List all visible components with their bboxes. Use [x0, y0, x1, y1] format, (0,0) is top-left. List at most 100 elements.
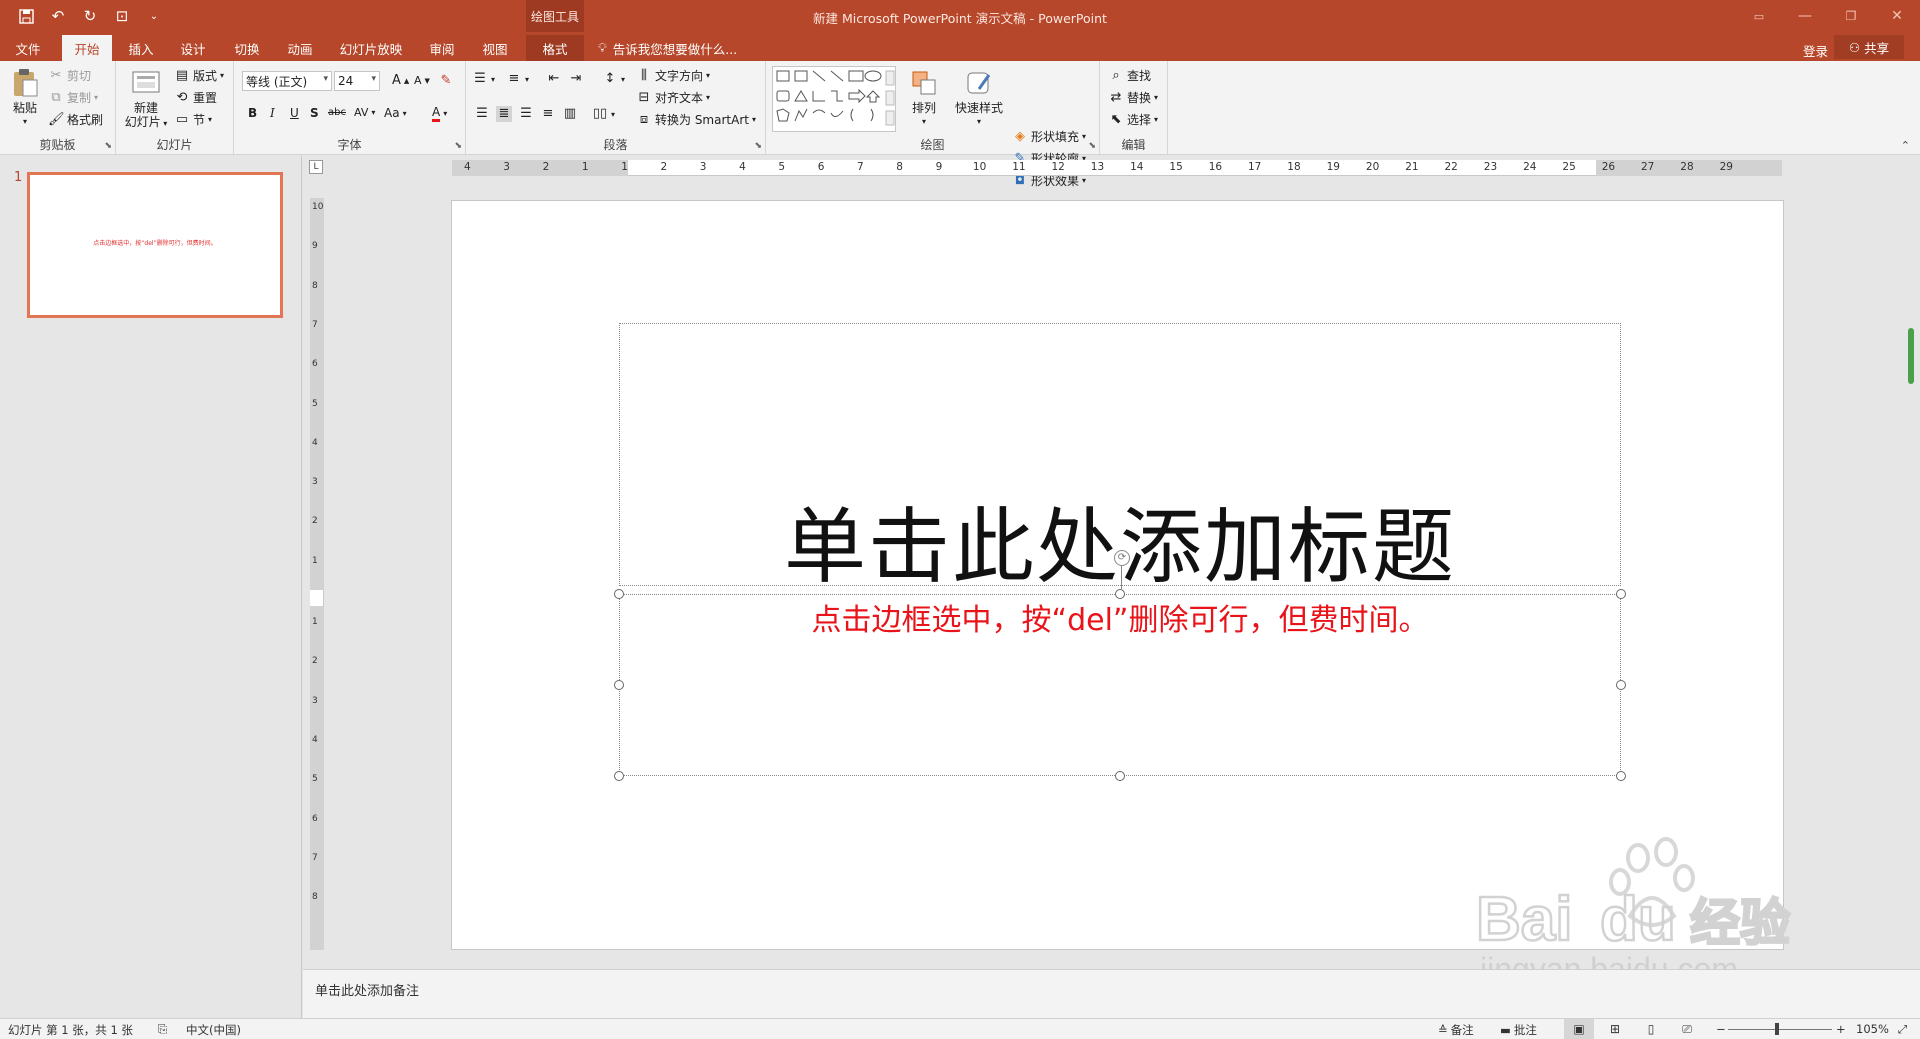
resize-handle-w[interactable] — [614, 680, 624, 690]
tab-animations[interactable]: 动画 — [279, 35, 321, 61]
drawing-launcher-icon[interactable]: ⬊ — [1088, 141, 1096, 151]
shadow-button[interactable]: S — [310, 106, 319, 120]
select-button[interactable]: ⬉ 选择 ▾ — [1108, 111, 1158, 128]
resize-handle-ne[interactable] — [1616, 589, 1626, 599]
subtitle-placeholder[interactable]: 点击边框选中，按“del”删除可行，但费时间。 — [619, 594, 1621, 776]
vertical-ruler[interactable]: 10 9 8 7 6 5 4 3 2 1 1 2 3 4 5 6 7 8 — [310, 198, 324, 950]
zoom-level[interactable]: 105% — [1856, 1022, 1889, 1036]
tab-slideshow[interactable]: 幻灯片放映 — [334, 35, 408, 61]
align-left-button[interactable]: ☰ — [474, 106, 490, 122]
align-right-button[interactable]: ☰ — [518, 106, 534, 122]
zoom-in-icon[interactable]: + — [1836, 1022, 1846, 1036]
notes-placeholder[interactable]: 单击此处添加备注 — [315, 980, 419, 999]
signin-link[interactable]: 登录 — [1803, 41, 1828, 60]
tab-review[interactable]: 审阅 — [420, 35, 464, 61]
section-button[interactable]: ▭ 节 ▾ — [174, 111, 212, 128]
tab-transitions[interactable]: 切换 — [226, 35, 268, 61]
customize-qat-icon[interactable]: ⌄ — [142, 4, 166, 28]
title-placeholder[interactable]: 单击此处添加标题 — [619, 323, 1621, 595]
resize-handle-e[interactable] — [1616, 680, 1626, 690]
find-button[interactable]: ⌕ 查找 — [1108, 67, 1151, 84]
paste-button[interactable]: 粘贴 ▾ — [8, 67, 42, 129]
new-slide-button[interactable]: 新建 幻灯片 ▾ — [122, 67, 170, 131]
vertical-scrollbar-thumb[interactable] — [1908, 328, 1914, 384]
tab-view[interactable]: 视图 — [474, 35, 516, 61]
slide-subtitle[interactable]: 点击边框选中，按“del”删除可行，但费时间。 — [620, 595, 1620, 639]
fit-to-window-icon[interactable]: ⤢ — [1898, 1022, 1907, 1037]
tell-me-box[interactable]: 💡︎ 告诉我您想要做什么... — [598, 35, 737, 61]
notes-toggle[interactable]: ≙ 备注 — [1438, 1022, 1474, 1038]
tab-file[interactable]: 文件 — [8, 35, 48, 61]
layout-button[interactable]: ▤ 版式 ▾ — [174, 67, 224, 84]
spellcheck-icon[interactable]: ⎘ — [158, 1022, 167, 1037]
columns-button[interactable]: ▯▯ ▾ — [592, 106, 615, 122]
rotate-handle-icon[interactable]: ⟳ — [1114, 550, 1130, 566]
cut-button[interactable]: ✂ 剪切 — [48, 67, 91, 84]
restore-icon[interactable]: ❐ — [1828, 0, 1874, 32]
font-size-combo[interactable]: 24 ▾ — [334, 71, 380, 91]
align-text-button[interactable]: ⊟ 对齐文本 ▾ — [636, 89, 710, 106]
slide-title[interactable]: 单击此处添加标题 — [620, 480, 1620, 599]
shrink-font-button[interactable]: A ▼ — [414, 74, 430, 87]
font-color-button[interactable]: A ▾ — [432, 105, 447, 122]
slideshow-view-icon[interactable]: ⎚ — [1672, 1019, 1702, 1039]
line-spacing-button[interactable]: ↕ ▾ — [602, 71, 625, 87]
text-direction-button[interactable]: ⫼ 文字方向 ▾ — [636, 67, 710, 84]
copy-button[interactable]: ⧉ 复制 ▾ — [48, 89, 98, 106]
ribbon-display-icon[interactable]: ▭ — [1736, 0, 1782, 32]
undo-icon[interactable]: ↶ — [46, 4, 70, 28]
tab-format[interactable]: 格式 — [526, 35, 584, 61]
distributed-button[interactable]: ▥ — [562, 106, 578, 122]
zoom-out-icon[interactable]: − — [1716, 1022, 1726, 1036]
underline-button[interactable]: U — [290, 106, 299, 120]
close-icon[interactable]: ✕ — [1874, 0, 1920, 32]
slide-sorter-icon[interactable]: ⊞ — [1600, 1019, 1630, 1039]
resize-handle-sw[interactable] — [614, 771, 624, 781]
tab-stop-selector[interactable]: L — [309, 160, 323, 174]
change-case-button[interactable]: Aa ▾ — [384, 106, 407, 120]
arrange-button[interactable]: 排列 ▾ — [904, 67, 944, 129]
quick-styles-button[interactable]: 快速样式 ▾ — [952, 67, 1006, 129]
slide-thumbnail[interactable]: 点击边框选中，按“del”删除可行，但费时间。 — [27, 172, 283, 318]
italic-button[interactable]: I — [270, 106, 275, 120]
font-launcher-icon[interactable]: ⬊ — [454, 141, 462, 151]
justify-button[interactable]: ≡ — [540, 106, 556, 122]
normal-view-icon[interactable]: ▣ — [1564, 1019, 1594, 1039]
tab-design[interactable]: 设计 — [172, 35, 214, 61]
decrease-indent-button[interactable]: ⇤ — [546, 71, 562, 87]
reset-button[interactable]: ⟲ 重置 — [174, 89, 217, 106]
char-spacing-button[interactable]: AV ▾ — [354, 106, 375, 119]
font-name-combo[interactable]: 等线 (正文) ▾ — [242, 71, 332, 91]
resize-handle-s[interactable] — [1115, 771, 1125, 781]
clipboard-launcher-icon[interactable]: ⬊ — [104, 141, 112, 151]
share-button[interactable]: ⚇ 共享 — [1834, 35, 1904, 59]
strikethrough-button[interactable]: abc — [328, 107, 346, 118]
align-center-button[interactable]: ≣ — [496, 106, 512, 122]
horizontal-ruler[interactable]: 4 3 2 1 1 2 3 4 5 6 7 8 9 10 11 12 13 14 15 16 17 18 19 20 21 22 2… — [452, 160, 1782, 176]
resize-handle-se[interactable] — [1616, 771, 1626, 781]
format-painter-button[interactable]: 🖌︎ 格式刷 — [48, 111, 103, 128]
shapes-gallery[interactable] — [772, 66, 896, 132]
smartart-button[interactable]: ⧈ 转换为 SmartArt ▾ — [636, 111, 756, 128]
replace-button[interactable]: ⇄ 替换 ▾ — [1108, 89, 1158, 106]
increase-indent-button[interactable]: ⇥ — [568, 71, 584, 87]
clear-format-button[interactable]: ✎ — [438, 73, 454, 89]
tab-home[interactable]: 开始 — [62, 35, 112, 61]
minimize-icon[interactable]: — — [1782, 0, 1828, 32]
save-icon[interactable] — [14, 4, 38, 28]
shape-fill-button[interactable]: ◈ 形状填充 ▾ — [1012, 128, 1086, 145]
resize-handle-n[interactable] — [1115, 589, 1125, 599]
notes-pane[interactable]: 单击此处添加备注 — [303, 969, 1920, 1018]
bullets-button[interactable]: ☰ ▾ — [472, 71, 495, 87]
zoom-slider-track[interactable] — [1728, 1029, 1832, 1030]
paragraph-launcher-icon[interactable]: ⬊ — [754, 141, 762, 151]
comments-toggle[interactable]: ▬ 批注 — [1500, 1022, 1537, 1038]
tab-insert[interactable]: 插入 — [120, 35, 162, 61]
resize-handle-nw[interactable] — [614, 589, 624, 599]
zoom-slider-thumb[interactable] — [1775, 1023, 1779, 1035]
language-indicator[interactable]: 中文(中国) — [186, 1022, 241, 1038]
redo-icon[interactable]: ↻ — [78, 4, 102, 28]
collapse-ribbon-icon[interactable]: ⌃ — [1901, 139, 1910, 152]
bold-button[interactable]: B — [248, 106, 257, 120]
numbering-button[interactable]: ≡ ▾ — [506, 71, 529, 87]
